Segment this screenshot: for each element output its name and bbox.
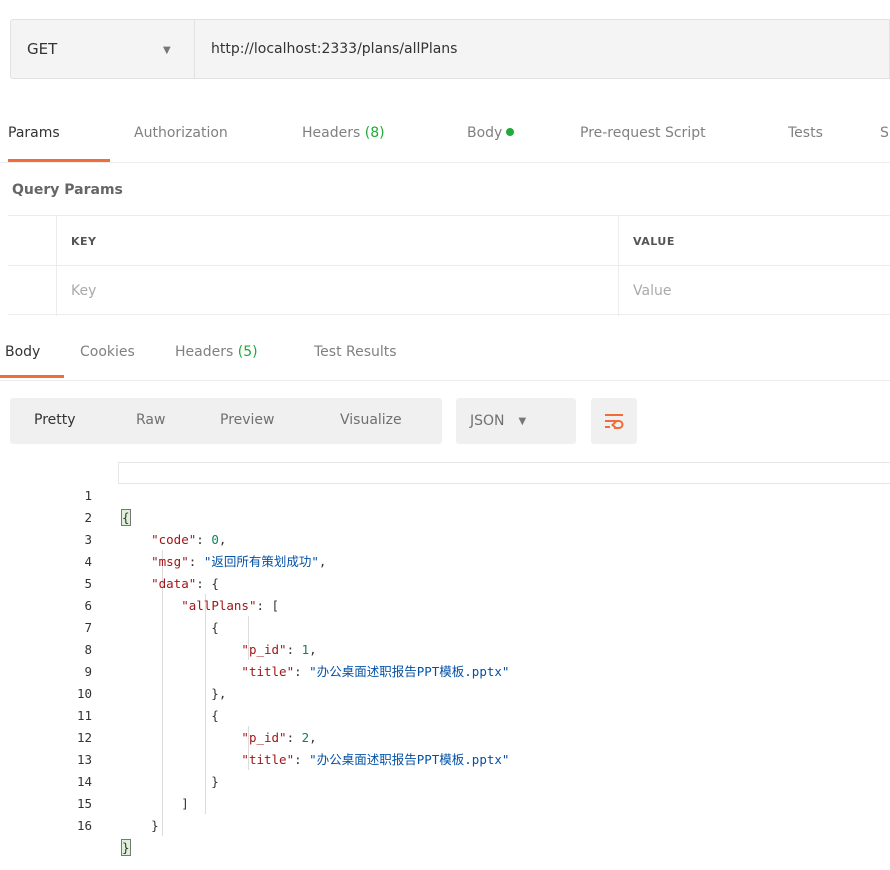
value-header-label: VALUE	[633, 234, 675, 248]
query-params-table: KEY VALUE Key Value	[8, 215, 890, 316]
value-column-header: VALUE	[618, 216, 890, 266]
tab-test-results[interactable]: Test Results	[314, 344, 397, 360]
url-input[interactable]: http://localhost:2333/plans/allPlans	[195, 19, 890, 79]
request-tabs: Params Authorization Headers (8) Body Pr…	[0, 113, 890, 163]
key-placeholder: Key	[71, 283, 97, 299]
matched-brace: }	[121, 839, 131, 856]
method-label: GET	[27, 40, 58, 58]
code-line: 11 "p_id": 2,	[0, 683, 890, 745]
format-mode-group: Pretty Raw Preview Visualize	[10, 398, 442, 444]
code-line: 6 {	[0, 573, 890, 635]
query-params-title: Query Params	[12, 182, 123, 198]
wrap-lines-button[interactable]	[591, 398, 637, 444]
value-input[interactable]: Value	[618, 266, 890, 316]
code-line: 14 ]	[0, 749, 890, 811]
response-body-code[interactable]: 1 { 2 "code": 0, 3 "msg": "返回所有策划成功", 4 …	[0, 461, 890, 870]
value-placeholder: Value	[633, 283, 672, 299]
tab-response-headers[interactable]: Headers (5)	[175, 344, 258, 360]
tab-body[interactable]: Body	[467, 125, 515, 141]
language-label: JSON	[470, 413, 505, 429]
code-line: 13 }	[0, 727, 890, 789]
code-line: 3 "msg": "返回所有策划成功",	[0, 507, 890, 569]
language-select[interactable]: JSON ▼	[456, 398, 576, 444]
status-dot-icon	[506, 128, 515, 136]
visualize-button[interactable]: Visualize	[340, 412, 402, 428]
code-text: }	[121, 837, 131, 859]
code-line: 2 "code": 0,	[0, 485, 890, 547]
active-tab-indicator	[8, 159, 110, 162]
line-number: 16	[76, 818, 92, 833]
tab-headers-label: Headers	[302, 125, 361, 141]
key-input[interactable]: Key	[56, 266, 626, 316]
code-line: 12 "title": "办公桌面述职报告PPT模板.pptx"	[0, 705, 890, 767]
tab-body-label: Body	[467, 125, 503, 141]
code-line: 9 },	[0, 639, 890, 701]
table-row: Key Value	[8, 265, 890, 316]
preview-button[interactable]: Preview	[220, 412, 275, 428]
tab-response-headers-count: (5)	[237, 344, 258, 360]
request-bar: GET ▼ http://localhost:2333/plans/allPla…	[10, 19, 890, 79]
chevron-down-icon: ▼	[163, 45, 171, 56]
code-line: 1 {	[0, 463, 890, 526]
key-column-header: KEY	[56, 216, 626, 266]
tab-cookies[interactable]: Cookies	[80, 344, 135, 360]
code-line: 7 "p_id": 1,	[0, 595, 890, 657]
tab-params[interactable]: Params	[8, 125, 60, 141]
key-header-label: KEY	[71, 234, 97, 248]
response-tabs: Body Cookies Headers (5) Test Results	[0, 335, 890, 381]
pretty-button[interactable]: Pretty	[34, 412, 76, 428]
tab-headers-count: (8)	[364, 125, 385, 141]
code-text: }	[121, 818, 159, 833]
tab-headers[interactable]: Headers (8)	[302, 125, 385, 141]
table-header-row: KEY VALUE	[8, 215, 890, 266]
code-line: 4 "data": {	[0, 529, 890, 591]
method-select[interactable]: GET ▼	[10, 19, 195, 79]
tab-pre-request-script[interactable]: Pre-request Script	[580, 125, 706, 141]
tab-response-body[interactable]: Body	[5, 344, 40, 360]
code-line: 8 "title": "办公桌面述职报告PPT模板.pptx"	[0, 617, 890, 679]
tab-settings-clipped[interactable]: S	[880, 125, 889, 141]
code-line: 16 }	[0, 793, 890, 856]
tab-response-headers-label: Headers	[175, 344, 234, 360]
chevron-down-icon: ▼	[518, 415, 527, 427]
raw-button[interactable]: Raw	[136, 412, 165, 428]
code-line: 5 "allPlans": [	[0, 551, 890, 613]
tab-tests[interactable]: Tests	[788, 125, 823, 141]
code-line: 15 }	[0, 771, 890, 833]
tab-authorization[interactable]: Authorization	[134, 125, 228, 141]
wrap-lines-icon	[605, 414, 624, 429]
code-line: 10 {	[0, 661, 890, 723]
active-tab-indicator	[0, 375, 64, 378]
